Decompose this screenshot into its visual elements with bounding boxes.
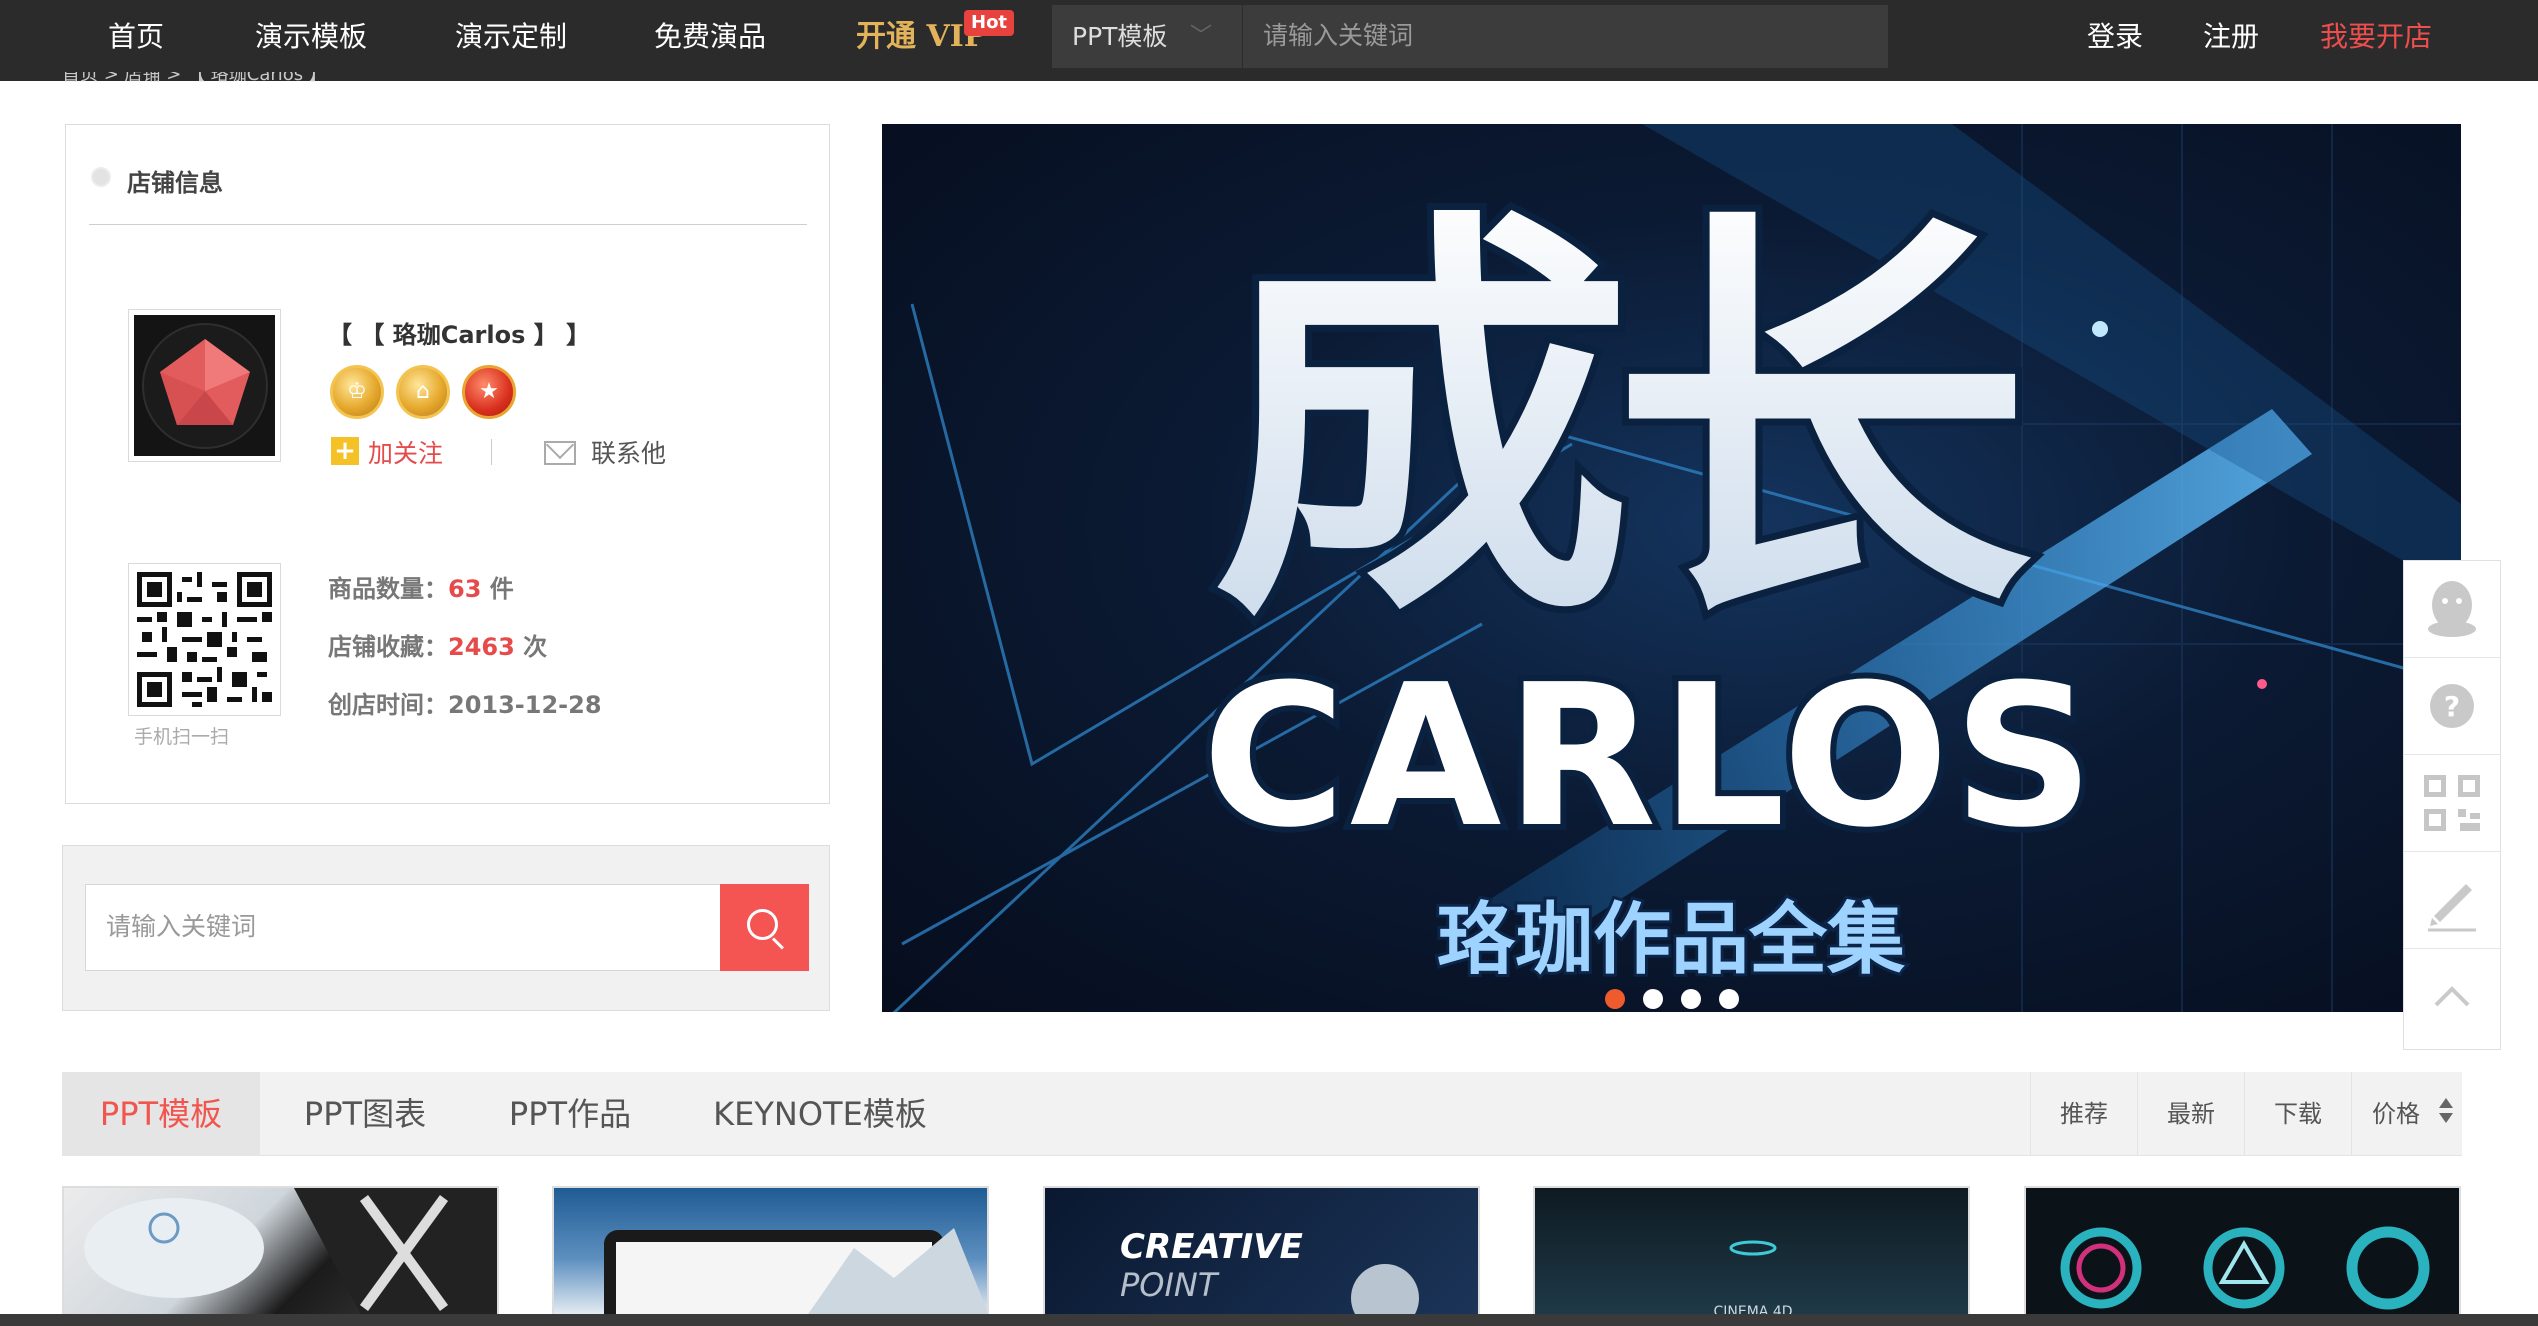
chevron-down-icon: ﹀ xyxy=(1189,24,1212,49)
thumb-image-2 xyxy=(604,1228,987,1316)
qrcode-caption: 手机扫一扫 xyxy=(134,726,230,748)
hot-badge: Hot xyxy=(964,10,1015,36)
thumb-image-5 xyxy=(2060,1226,2430,1310)
top-search-input[interactable] xyxy=(1243,5,1888,68)
banner-headline: 成长 xyxy=(1212,180,2032,669)
hero-banner[interactable]: 成长 CARLOS 珞珈作品全集 xyxy=(882,124,2461,1012)
banner-name: CARLOS xyxy=(1202,643,2098,871)
qq-button[interactable] xyxy=(2404,561,2500,658)
slide-dot-1[interactable] xyxy=(1605,989,1625,1009)
sort-downloads[interactable]: 下载 xyxy=(2244,1072,2351,1156)
feedback-button[interactable] xyxy=(2404,852,2500,949)
plus-icon[interactable]: + xyxy=(331,437,359,465)
nav-custom[interactable]: 演示定制 xyxy=(455,0,567,73)
favorites-count: 店铺收藏：2463 次 xyxy=(328,627,547,662)
register-link[interactable]: 注册 xyxy=(2203,0,2259,73)
nav-home[interactable]: 首页 xyxy=(108,0,164,73)
open-shop-link[interactable]: 我要开店 xyxy=(2320,0,2432,73)
shop-name[interactable]: 【 【 珞珈Carlos 】 】 xyxy=(328,315,590,350)
banner-subtitle: 珞珈作品全集 xyxy=(1437,895,1905,985)
sort-newest[interactable]: 最新 xyxy=(2137,1072,2244,1156)
shop-info-title: 店铺信息 xyxy=(127,169,223,197)
follow-button[interactable]: 加关注 xyxy=(368,434,443,470)
star-medal-icon: ★ xyxy=(462,365,516,419)
banner-artwork: 成长 CARLOS 珞珈作品全集 xyxy=(892,124,2461,1012)
tab-ppt-charts[interactable]: PPT图表 xyxy=(260,1072,470,1156)
slide-dot-3[interactable] xyxy=(1681,989,1701,1009)
created-label: 创店时间： xyxy=(328,691,448,719)
qrcode-button[interactable] xyxy=(2404,755,2500,852)
favs-value: 2463 xyxy=(448,633,515,661)
created-value: 2013-12-28 xyxy=(448,691,602,719)
shop-info-header: 店铺信息 xyxy=(89,155,807,225)
shop-info-card: 店铺信息 【 【 珞珈Carlos 】 】 ♔ ⌂ ★ + 加关注 联系他 手机… xyxy=(65,124,830,804)
tab-keynote-templates[interactable]: KEYNOTE模板 xyxy=(670,1072,970,1156)
category-tabs: PPT模板 PPT图表 PPT作品 KEYNOTE模板 推荐 最新 下载 价格 xyxy=(62,1072,2462,1156)
svg-text:?: ? xyxy=(2444,690,2460,723)
breadcrumb: 首页 > 店铺 > 【 珞珈Carlos 】 xyxy=(62,72,327,85)
edit-icon xyxy=(2428,884,2476,932)
shop-search-panel xyxy=(62,845,830,1011)
help-button[interactable]: ? xyxy=(2404,658,2500,755)
goods-count: 商品数量：63 件 xyxy=(328,569,514,604)
thumb-image-4: CINEMA 4D xyxy=(1713,1240,1793,1316)
tab-ppt-templates[interactable]: PPT模板 xyxy=(62,1072,260,1156)
sort-price-label: 价格 xyxy=(2372,1100,2420,1128)
top-nav-bar: 首页 演示模板 演示定制 免费演品 开通 VIP Hot PPT模板 ﹀ 登录 … xyxy=(0,0,2538,81)
qq-icon xyxy=(2428,581,2476,637)
product-thumb-2[interactable] xyxy=(552,1186,989,1318)
favs-unit: 次 xyxy=(514,633,548,661)
goods-unit: 件 xyxy=(481,575,514,603)
search-icon xyxy=(747,909,778,940)
thumb-3-title: CREATIVE xyxy=(1120,1227,1303,1267)
favs-label: 店铺收藏： xyxy=(328,633,448,661)
search-category-label: PPT模板 xyxy=(1072,22,1168,51)
slide-dot-2[interactable] xyxy=(1643,989,1663,1009)
product-thumb-3[interactable]: CREATIVE POINT xyxy=(1043,1186,1480,1318)
shop-search-button[interactable] xyxy=(720,884,809,971)
gold-medal-icon: ♔ xyxy=(330,365,384,419)
shop-search-input[interactable] xyxy=(85,884,721,971)
qrcode-icon xyxy=(2424,775,2480,831)
goods-label: 商品数量： xyxy=(328,575,448,603)
login-link[interactable]: 登录 xyxy=(2087,0,2143,73)
back-to-top-icon xyxy=(2434,986,2470,1007)
shop-qrcode xyxy=(128,563,281,716)
nav-free[interactable]: 免费演品 xyxy=(654,0,766,73)
taskbar-strip xyxy=(0,1314,2538,1326)
bullet-icon xyxy=(91,167,111,187)
shop-avatar[interactable] xyxy=(128,309,281,462)
nav-templates[interactable]: 演示模板 xyxy=(255,0,367,73)
sort-downloads-label: 下载 xyxy=(2274,1100,2322,1128)
divider xyxy=(491,439,492,465)
tab-ppt-works[interactable]: PPT作品 xyxy=(470,1072,670,1156)
help-icon: ? xyxy=(2430,684,2474,728)
avatar-image xyxy=(134,315,275,456)
back-to-top-button[interactable] xyxy=(2404,949,2500,1046)
product-thumb-4[interactable]: CINEMA 4D xyxy=(1533,1186,1970,1318)
pentagon-logo-icon xyxy=(141,322,268,449)
search-category-select[interactable]: PPT模板 ﹀ xyxy=(1052,5,1242,68)
sort-arrows-icon xyxy=(2438,1098,2454,1128)
created-date: 创店时间：2013-12-28 xyxy=(328,685,602,720)
contact-button[interactable]: 联系他 xyxy=(591,434,666,470)
goods-value: 63 xyxy=(448,575,482,603)
sort-price[interactable]: 价格 xyxy=(2351,1072,2462,1156)
product-thumb-5[interactable] xyxy=(2024,1186,2461,1318)
thumb-image-1 xyxy=(84,1188,497,1316)
slide-dot-4[interactable] xyxy=(1719,989,1739,1009)
mail-icon[interactable] xyxy=(544,441,576,465)
product-thumb-1[interactable] xyxy=(62,1186,499,1318)
sort-recommended[interactable]: 推荐 xyxy=(2030,1072,2137,1156)
house-medal-icon: ⌂ xyxy=(396,365,450,419)
floating-toolbar: ? xyxy=(2403,560,2501,1050)
thumb-3-subtitle: POINT xyxy=(1120,1266,1220,1304)
qrcode-image xyxy=(137,572,272,707)
thumb-image-3: CREATIVE POINT xyxy=(1120,1227,1419,1316)
